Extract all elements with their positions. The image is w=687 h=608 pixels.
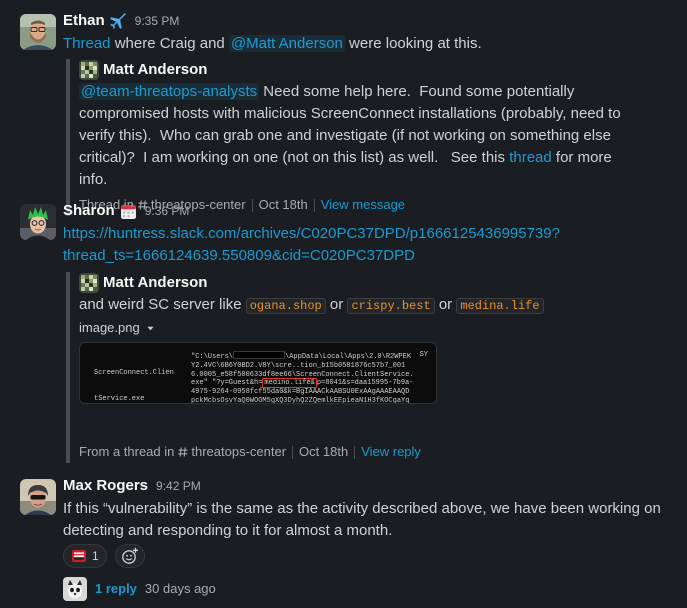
hash-icon [178, 447, 188, 457]
message-text: where Craig and [110, 35, 229, 52]
terminal-line: ScreenConnect.Clien [94, 368, 174, 377]
message-text: or [434, 296, 457, 313]
url-line: https://huntress.slack.com/archives/C020… [63, 225, 560, 242]
terminal-text: 6.0005_e58f500633df8ee66\ScreenConnect.C… [191, 370, 414, 379]
terminal-command-column: "C:\Users\ \AppData\Local\Apps\2.0\R2WPEK… [191, 351, 414, 404]
avatar-max-rogers[interactable] [20, 479, 56, 515]
shared-message-body: and weird SC server like ogana.shop or c… [79, 294, 639, 317]
message-header: Sharon 9:36 PM [63, 199, 687, 223]
terminal-line: "C:\Users\ \AppData\Local\Apps\2.0\R2WPEK [191, 351, 414, 362]
terminal-text: \AppData\Local\Apps\2.0\R2WPEK [285, 353, 412, 361]
message-text: were looking at this. [344, 35, 482, 52]
reaction-count: 1 [92, 549, 99, 563]
avatar-sharon[interactable] [20, 204, 56, 240]
shared-message: Matt Anderson and weird SC server like o… [66, 272, 687, 463]
airplane-icon [109, 12, 127, 30]
thread-summary[interactable]: 1 reply 30 days ago [63, 577, 687, 601]
code-domain: crispy.best [347, 298, 435, 314]
footer-date[interactable]: Oct 18th [299, 441, 348, 463]
terminal-line: pckMcbsOsvYaQ0WOOM5gXQ3DyhQ2ZQemlkEEpiea… [191, 396, 414, 404]
message-link[interactable]: thread [509, 149, 552, 166]
timestamp[interactable]: 9:35 PM [135, 9, 180, 33]
channel-name[interactable]: threatops-center [191, 441, 286, 463]
author-name[interactable]: Ethan [63, 9, 105, 33]
shared-author-name[interactable]: Matt Anderson [103, 272, 207, 294]
reaction-pill[interactable]: 1 [63, 544, 107, 568]
message-header: Max Rogers 9:42 PM [63, 474, 687, 498]
avatar-ethan[interactable] [20, 14, 56, 50]
shared-message-footer: From a thread in threatops-center Oct 18… [79, 441, 687, 463]
message-max-rogers: Max Rogers 9:42 PM If this “vulnerabilit… [0, 474, 687, 601]
chevron-down-icon[interactable] [146, 324, 155, 333]
attachment-file-name[interactable]: image.png [79, 317, 140, 339]
terminal-line: tService.exe [94, 394, 145, 403]
author-name[interactable]: Sharon [63, 199, 115, 223]
calendar-icon [120, 203, 137, 220]
shared-author-name[interactable]: Matt Anderson [103, 59, 207, 81]
highlighted-domain: medino.life& [262, 378, 317, 389]
terminal-corner-text: SY [419, 351, 428, 359]
reactions-bar: 1 [63, 544, 687, 568]
terminal-text: p=8041&s=daa15995-7b9a- [316, 379, 414, 388]
view-reply-link[interactable]: View reply [361, 441, 421, 463]
last-reply-time: 30 days ago [144, 581, 216, 596]
terminal-process-column: ScreenConnect.Clien tService.exe [94, 351, 174, 403]
author-name[interactable]: Max Rogers [63, 474, 148, 498]
code-domain: medina.life [456, 298, 544, 314]
mention[interactable]: @team-threatops-analysts [79, 83, 260, 100]
redacted-block [233, 351, 286, 359]
message-text: and weird SC server like [79, 296, 246, 313]
message-ethan: Ethan 9:35 PM Thread where Craig and @Ma… [0, 9, 687, 216]
message-sharon: Sharon 9:36 PM https://huntress.slack.co… [0, 199, 687, 463]
message-content: Sharon 9:36 PM https://huntress.slack.co… [63, 199, 687, 463]
add-reaction-icon [121, 547, 138, 564]
footer-prefix: From a thread in [79, 444, 175, 459]
slack-archive-link[interactable]: https://huntress.slack.com/archives/C020… [63, 223, 687, 267]
message-body: Thread where Craig and @Matt Anderson we… [63, 33, 687, 55]
mention[interactable]: @Matt Anderson [228, 35, 345, 52]
timestamp[interactable]: 9:36 PM [145, 199, 190, 223]
shared-message: Matt Anderson @team-threatops-analysts N… [66, 59, 687, 216]
reply-count-link[interactable]: 1 reply [95, 578, 137, 600]
code-domain: ogana.shop [245, 298, 326, 314]
terminal-text: exe" "?y=Guest&h= [191, 379, 263, 388]
terminal-text: "C:\Users\ [191, 353, 234, 361]
terminal-text: 4975-9264-0958fcf55da0&k=BgIAAACkAABSU0E… [191, 388, 410, 397]
terminal-text: pckMcbsOsvYaQ0WOOM5gXQ3DyhQ2ZQemlkEEpiea… [191, 396, 410, 404]
add-reaction-button[interactable] [114, 544, 145, 568]
terminal-line: Y2.4VC\6B6Y0BD2.V8Y\scre..tion_b15b05818… [191, 362, 414, 371]
timestamp[interactable]: 9:42 PM [156, 474, 201, 498]
terminal-line: 4975-9264-0958fcf55da0&k=BgIAAACkAABSU0E… [191, 388, 414, 397]
message-content: Ethan 9:35 PM Thread where Craig and @Ma… [63, 9, 687, 216]
attachment-header: image.png [79, 317, 687, 339]
avatar-matt-anderson[interactable] [79, 273, 99, 293]
divider [292, 445, 294, 459]
avatar-matt-anderson[interactable] [79, 60, 99, 80]
shared-message-header: Matt Anderson [79, 59, 687, 81]
terminal-line: exe" "?y=Guest&h= medino.life& p=8041&s=da… [191, 378, 414, 389]
shared-message-body: @team-threatops-analysts Need some help … [79, 81, 639, 191]
attachment-image[interactable]: ScreenConnect.Clien tService.exe "C:\Use… [79, 342, 437, 404]
message-body: If this “vulnerability” is the same as t… [63, 500, 661, 539]
message-header: Ethan 9:35 PM [63, 9, 687, 33]
avatar-replier [63, 577, 87, 601]
message-link[interactable]: Thread [63, 35, 111, 52]
message-content: Max Rogers 9:42 PM If this “vulnerabilit… [63, 474, 687, 601]
url-line: thread_ts=1666124639.550809&cid=C020PC37… [63, 247, 415, 264]
divider [354, 445, 356, 459]
terminal-text: Y2.4VC\6B6Y0BD2.V8Y\scre..tion_b15b05818… [191, 361, 406, 370]
red-badge-emoji-icon [72, 550, 86, 562]
shared-message-header: Matt Anderson [79, 272, 687, 294]
message-text: or [325, 296, 348, 313]
